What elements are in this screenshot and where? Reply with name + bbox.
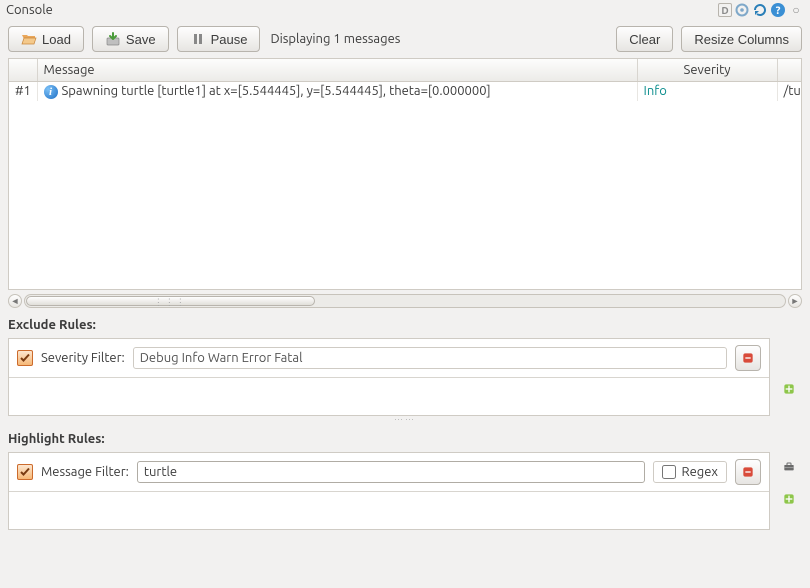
add-exclude-rule-button[interactable] (776, 376, 802, 402)
highlight-rules: Message Filter: Regex (8, 452, 802, 530)
delete-exclude-rule-button[interactable] (735, 345, 761, 371)
row-severity: Info (637, 81, 777, 101)
save-icon (105, 31, 121, 47)
save-label: Save (126, 32, 156, 47)
row-number: #1 (9, 81, 37, 101)
message-table: Message Severity #1 i Spawning turtle [tu… (8, 58, 802, 290)
col-severity[interactable]: Severity (637, 59, 777, 81)
plus-icon (783, 380, 795, 398)
scroll-left-icon[interactable]: ◄ (8, 294, 22, 308)
dock-icon[interactable]: D (718, 3, 732, 17)
scroll-thumb[interactable]: ⋮⋮⋮ (26, 296, 315, 306)
highlight-rule-input[interactable] (137, 461, 645, 483)
pause-label: Pause (211, 32, 248, 47)
table-row[interactable]: #1 i Spawning turtle [turtle1] at x=[5.54… (9, 81, 802, 101)
window-title: Console (6, 3, 53, 17)
col-number[interactable] (9, 59, 37, 81)
row-message-text: Spawning turtle [turtle1] at x=[5.544445… (62, 84, 491, 98)
resize-label: Resize Columns (694, 32, 789, 47)
scroll-right-icon[interactable]: ► (788, 294, 802, 308)
gear-icon[interactable] (734, 2, 750, 18)
pause-button[interactable]: Pause (177, 26, 261, 52)
load-label: Load (42, 32, 71, 47)
reload-icon[interactable] (752, 2, 768, 18)
clear-label: Clear (629, 32, 660, 47)
regex-toggle[interactable]: Regex (653, 461, 727, 483)
highlight-settings-button[interactable] (776, 454, 802, 480)
exclude-rule-enabled-checkbox[interactable] (17, 350, 33, 366)
minus-icon (742, 463, 754, 481)
info-icon: i (44, 85, 58, 99)
close-icon[interactable]: ○ (788, 2, 804, 18)
exclude-rule-value[interactable]: Debug Info Warn Error Fatal (133, 347, 727, 369)
exclude-rules-list: Severity Filter: Debug Info Warn Error F… (8, 338, 770, 416)
exclude-rule-label: Severity Filter: (41, 351, 125, 365)
highlight-heading: Highlight Rules: (0, 422, 810, 450)
delete-highlight-rule-button[interactable] (735, 459, 761, 485)
clear-button[interactable]: Clear (616, 26, 673, 52)
exclude-rules: Severity Filter: Debug Info Warn Error F… (8, 338, 802, 416)
row-node: /turt (777, 81, 802, 101)
highlight-rule-label: Message Filter: (41, 465, 129, 479)
exclude-side-buttons (776, 338, 802, 416)
resize-columns-button[interactable]: Resize Columns (681, 26, 802, 52)
titlebar: Console D ? ○ (0, 0, 810, 20)
folder-open-icon (21, 31, 37, 47)
pause-icon (190, 31, 206, 47)
help-icon[interactable]: ? (770, 2, 786, 18)
highlight-side-buttons (776, 452, 802, 530)
horizontal-scrollbar[interactable]: ◄ ⋮⋮⋮ ► (8, 294, 802, 308)
toolbox-icon (783, 458, 795, 476)
exclude-rule-row[interactable]: Severity Filter: Debug Info Warn Error F… (9, 339, 769, 378)
scroll-track[interactable]: ⋮⋮⋮ (24, 294, 786, 308)
titlebar-right: D ? ○ (718, 2, 804, 18)
regex-checkbox[interactable] (662, 465, 676, 479)
svg-text:?: ? (776, 5, 781, 17)
load-button[interactable]: Load (8, 26, 84, 52)
highlight-rules-list: Message Filter: Regex (8, 452, 770, 530)
minus-icon (742, 349, 754, 367)
status-text: Displaying 1 messages (268, 32, 400, 46)
col-node[interactable] (777, 59, 802, 81)
highlight-rule-enabled-checkbox[interactable] (17, 464, 33, 480)
plus-icon (783, 490, 795, 508)
exclude-heading: Exclude Rules: (0, 308, 810, 336)
col-message[interactable]: Message (37, 59, 637, 81)
save-button[interactable]: Save (92, 26, 169, 52)
regex-label: Regex (682, 465, 718, 479)
add-highlight-rule-button[interactable] (776, 486, 802, 512)
highlight-rule-row[interactable]: Message Filter: Regex (9, 453, 769, 492)
toolbar: Load Save Pause Displaying 1 messages Cl… (0, 20, 810, 58)
table-header-row: Message Severity (9, 59, 802, 81)
row-message: i Spawning turtle [turtle1] at x=[5.54444… (37, 81, 637, 101)
